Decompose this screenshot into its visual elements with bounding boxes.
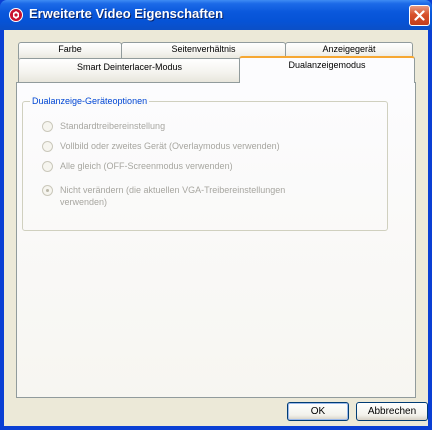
radio-label-line2: verwenden) [60,197,108,207]
radio-label: Alle gleich (OFF-Screenmodus verwenden) [60,161,233,171]
close-button[interactable] [409,5,430,26]
tab-label: Farbe [58,44,82,54]
tab-farbe[interactable]: Farbe [18,42,122,59]
tab-dualanzeigemodus[interactable]: Dualanzeigemodus [239,56,415,83]
tab-label: Anzeigegerät [322,44,376,54]
radio-button[interactable] [42,141,53,152]
tab-label: Dualanzeigemodus [288,60,366,70]
title-bar[interactable]: Erweiterte Video Eigenschaften [0,0,432,30]
tab-smart-deinterlacer[interactable]: Smart Deinterlacer-Modus [18,58,241,82]
tab-label: Seitenverhältnis [171,44,236,54]
radio-button-selected[interactable] [42,185,53,196]
cancel-button[interactable]: Abbrechen [356,402,428,421]
tab-label: Smart Deinterlacer-Modus [76,62,183,72]
radio-button[interactable] [42,121,53,132]
app-logo-icon [9,8,23,22]
radio-label: Standardtreibereinstellung [60,121,166,131]
dialog-window: Erweiterte Video Eigenschaften Farbe Sei… [0,0,432,430]
window-title: Erweiterte Video Eigenschaften [29,6,224,21]
radio-label-line1: Nicht verändern (die aktuellen VGA-Treib… [60,185,286,195]
radio-button[interactable] [42,161,53,172]
radio-dot-icon [46,189,49,192]
radio-label: Vollbild oder zweites Gerät (Overlaymodu… [60,141,280,151]
group-title: Dualanzeige-Geräteoptionen [30,95,150,107]
ok-button[interactable]: OK [287,402,349,421]
close-icon [414,10,425,21]
